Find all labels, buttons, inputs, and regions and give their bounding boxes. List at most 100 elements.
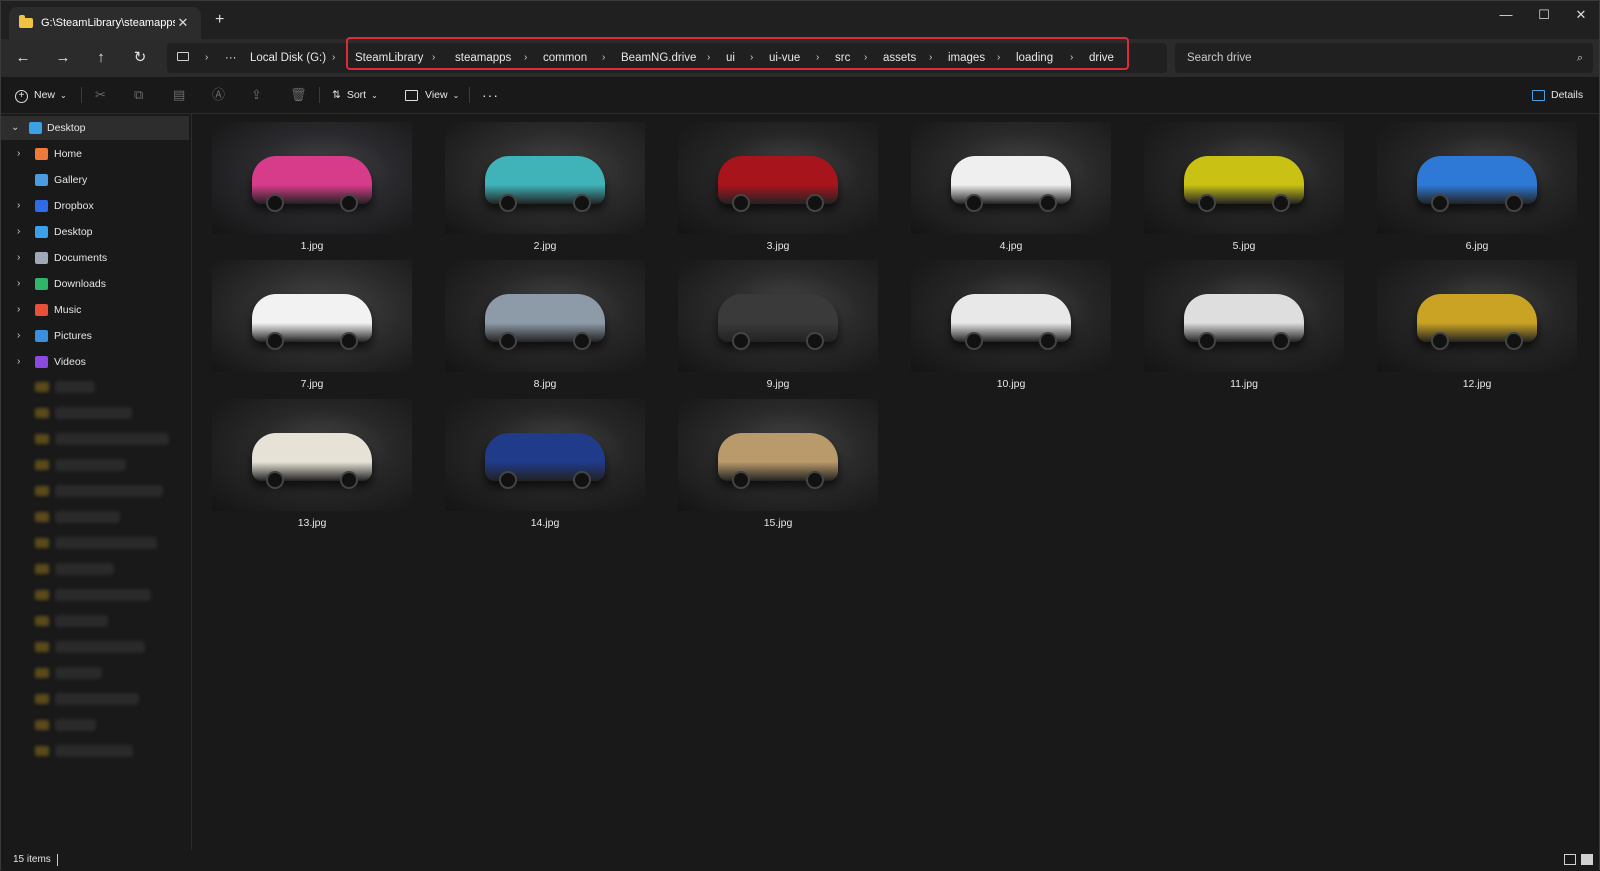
details-label: Details: [1551, 89, 1584, 101]
image-preview: [911, 122, 1111, 234]
file-thumbnail[interactable]: 15.jpg: [678, 399, 878, 529]
rename-icon[interactable]: Ⓐ: [212, 85, 225, 105]
sidebar-item-pictures[interactable]: › Pictures: [1, 324, 189, 348]
file-thumbnail[interactable]: 14.jpg: [445, 399, 645, 529]
breadcrumb-item[interactable]: steamapps: [455, 43, 511, 73]
file-thumbnail[interactable]: 3.jpg: [678, 122, 878, 252]
tab-current-folder[interactable]: G:\SteamLibrary\steamapps\c ✕: [9, 7, 201, 39]
chevron-right-icon[interactable]: ›: [17, 272, 20, 296]
chevron-right-icon[interactable]: ›: [17, 246, 20, 270]
file-name: 6.jpg: [1465, 240, 1489, 252]
sidebar-item-gallery[interactable]: Gallery: [1, 168, 189, 192]
computer-icon[interactable]: [177, 52, 189, 61]
sidebar-item-music[interactable]: › Music: [1, 298, 189, 322]
redacted-folder-label: [55, 407, 132, 419]
refresh-icon[interactable]: ↻: [128, 47, 152, 69]
breadcrumb-item[interactable]: drive: [1089, 43, 1114, 73]
redacted-folder-label: [55, 485, 163, 497]
chevron-right-icon[interactable]: ›: [929, 43, 932, 73]
chevron-right-icon[interactable]: ›: [17, 298, 20, 322]
breadcrumb-item[interactable]: Local Disk (G:): [250, 43, 326, 73]
redacted-folder-icon: [35, 512, 49, 522]
file-thumbnail[interactable]: 4.jpg: [911, 122, 1111, 252]
sidebar-item-home[interactable]: › Home: [1, 142, 189, 166]
new-button[interactable]: + New ⌄: [15, 85, 67, 105]
cut-icon[interactable]: ✂: [95, 85, 106, 105]
file-thumbnail[interactable]: 13.jpg: [212, 399, 412, 529]
status-divider: [57, 854, 58, 866]
minimize-icon[interactable]: —: [1491, 7, 1521, 22]
new-tab-icon[interactable]: +: [215, 11, 224, 29]
file-thumbnail[interactable]: 5.jpg: [1144, 122, 1344, 252]
file-thumbnail[interactable]: 9.jpg: [678, 260, 878, 390]
details-button[interactable]: Details: [1532, 85, 1583, 105]
chevron-right-icon[interactable]: ›: [17, 324, 20, 348]
breadcrumb-item[interactable]: ui: [726, 43, 735, 73]
sidebar-item-videos[interactable]: › Videos: [1, 350, 189, 374]
chevron-right-icon[interactable]: ›: [750, 43, 753, 73]
file-thumbnail[interactable]: 10.jpg: [911, 260, 1111, 390]
file-thumbnail[interactable]: 1.jpg: [212, 122, 412, 252]
breadcrumb[interactable]: › ··· Local Disk (G:) › SteamLibrary › s…: [167, 43, 1167, 73]
breadcrumb-item[interactable]: SteamLibrary: [355, 43, 423, 73]
tab-close-icon[interactable]: ✕: [175, 15, 191, 31]
chevron-right-icon[interactable]: ›: [332, 43, 335, 73]
breadcrumb-item[interactable]: BeamNG.drive: [621, 43, 696, 73]
chevron-right-icon[interactable]: ›: [864, 43, 867, 73]
details-view-icon[interactable]: [1564, 854, 1576, 865]
sidebar-item-documents[interactable]: › Documents: [1, 246, 189, 270]
sidebar-item-downloads[interactable]: › Downloads: [1, 272, 189, 296]
folder-icon: [19, 15, 33, 28]
breadcrumb-item[interactable]: assets: [883, 43, 916, 73]
file-thumbnail[interactable]: 12.jpg: [1377, 260, 1577, 390]
file-thumbnail[interactable]: 11.jpg: [1144, 260, 1344, 390]
share-icon[interactable]: ⇪: [251, 85, 262, 105]
chevron-down-icon[interactable]: ⌄: [11, 116, 19, 140]
paste-icon[interactable]: ▤: [173, 85, 185, 105]
redacted-folder-icon: [35, 382, 49, 392]
chevron-right-icon[interactable]: ›: [17, 350, 20, 374]
chevron-right-icon[interactable]: ›: [816, 43, 819, 73]
breadcrumb-item[interactable]: images: [948, 43, 985, 73]
maximize-icon[interactable]: ☐: [1529, 7, 1559, 23]
more-options-icon[interactable]: ···: [482, 85, 499, 105]
breadcrumb-item[interactable]: ui-vue: [769, 43, 800, 73]
chevron-right-icon[interactable]: ›: [17, 194, 20, 218]
toolbar-divider: [81, 87, 82, 103]
sort-button[interactable]: ⇅ Sort ⌄: [332, 85, 378, 105]
view-button[interactable]: View ⌄: [405, 85, 459, 105]
chevron-right-icon[interactable]: ›: [17, 142, 20, 166]
forward-icon[interactable]: →: [51, 47, 75, 69]
large-icons-view-icon[interactable]: [1581, 854, 1593, 865]
copy-icon[interactable]: ⧉: [134, 85, 143, 105]
file-name: 15.jpg: [763, 517, 793, 529]
chevron-right-icon[interactable]: ›: [432, 43, 435, 73]
sidebar-item-dropbox[interactable]: › Dropbox: [1, 194, 189, 218]
delete-icon[interactable]: 🗑: [290, 85, 307, 105]
vehicle-shape: [1417, 294, 1537, 351]
breadcrumb-item[interactable]: loading: [1016, 43, 1053, 73]
chevron-right-icon[interactable]: ›: [997, 43, 1000, 73]
file-thumbnail[interactable]: 7.jpg: [212, 260, 412, 390]
search-icon[interactable]: ⌕: [1577, 43, 1583, 73]
back-icon[interactable]: ←: [11, 47, 35, 69]
chevron-right-icon[interactable]: ›: [602, 43, 605, 73]
breadcrumb-item[interactable]: src: [835, 43, 850, 73]
breadcrumb-more[interactable]: ···: [225, 43, 237, 73]
sidebar-item-desktop[interactable]: ⌄ Desktop: [1, 116, 189, 140]
sidebar-item-desktop[interactable]: › Desktop: [1, 220, 189, 244]
chevron-right-icon[interactable]: ›: [707, 43, 710, 73]
chevron-right-icon[interactable]: ›: [1070, 43, 1073, 73]
breadcrumb-item[interactable]: common: [543, 43, 587, 73]
up-icon[interactable]: ↑: [89, 47, 113, 69]
file-thumbnail[interactable]: 2.jpg: [445, 122, 645, 252]
file-thumbnail[interactable]: 8.jpg: [445, 260, 645, 390]
chevron-right-icon[interactable]: ›: [205, 43, 208, 73]
search-input[interactable]: Search drive ⌕: [1175, 43, 1593, 73]
wheel-shape: [1431, 332, 1449, 351]
close-window-icon[interactable]: ✕: [1566, 7, 1596, 23]
file-thumbnail[interactable]: 6.jpg: [1377, 122, 1577, 252]
chevron-right-icon[interactable]: ›: [524, 43, 527, 73]
chevron-right-icon[interactable]: ›: [17, 220, 20, 244]
wheel-shape: [965, 332, 983, 351]
